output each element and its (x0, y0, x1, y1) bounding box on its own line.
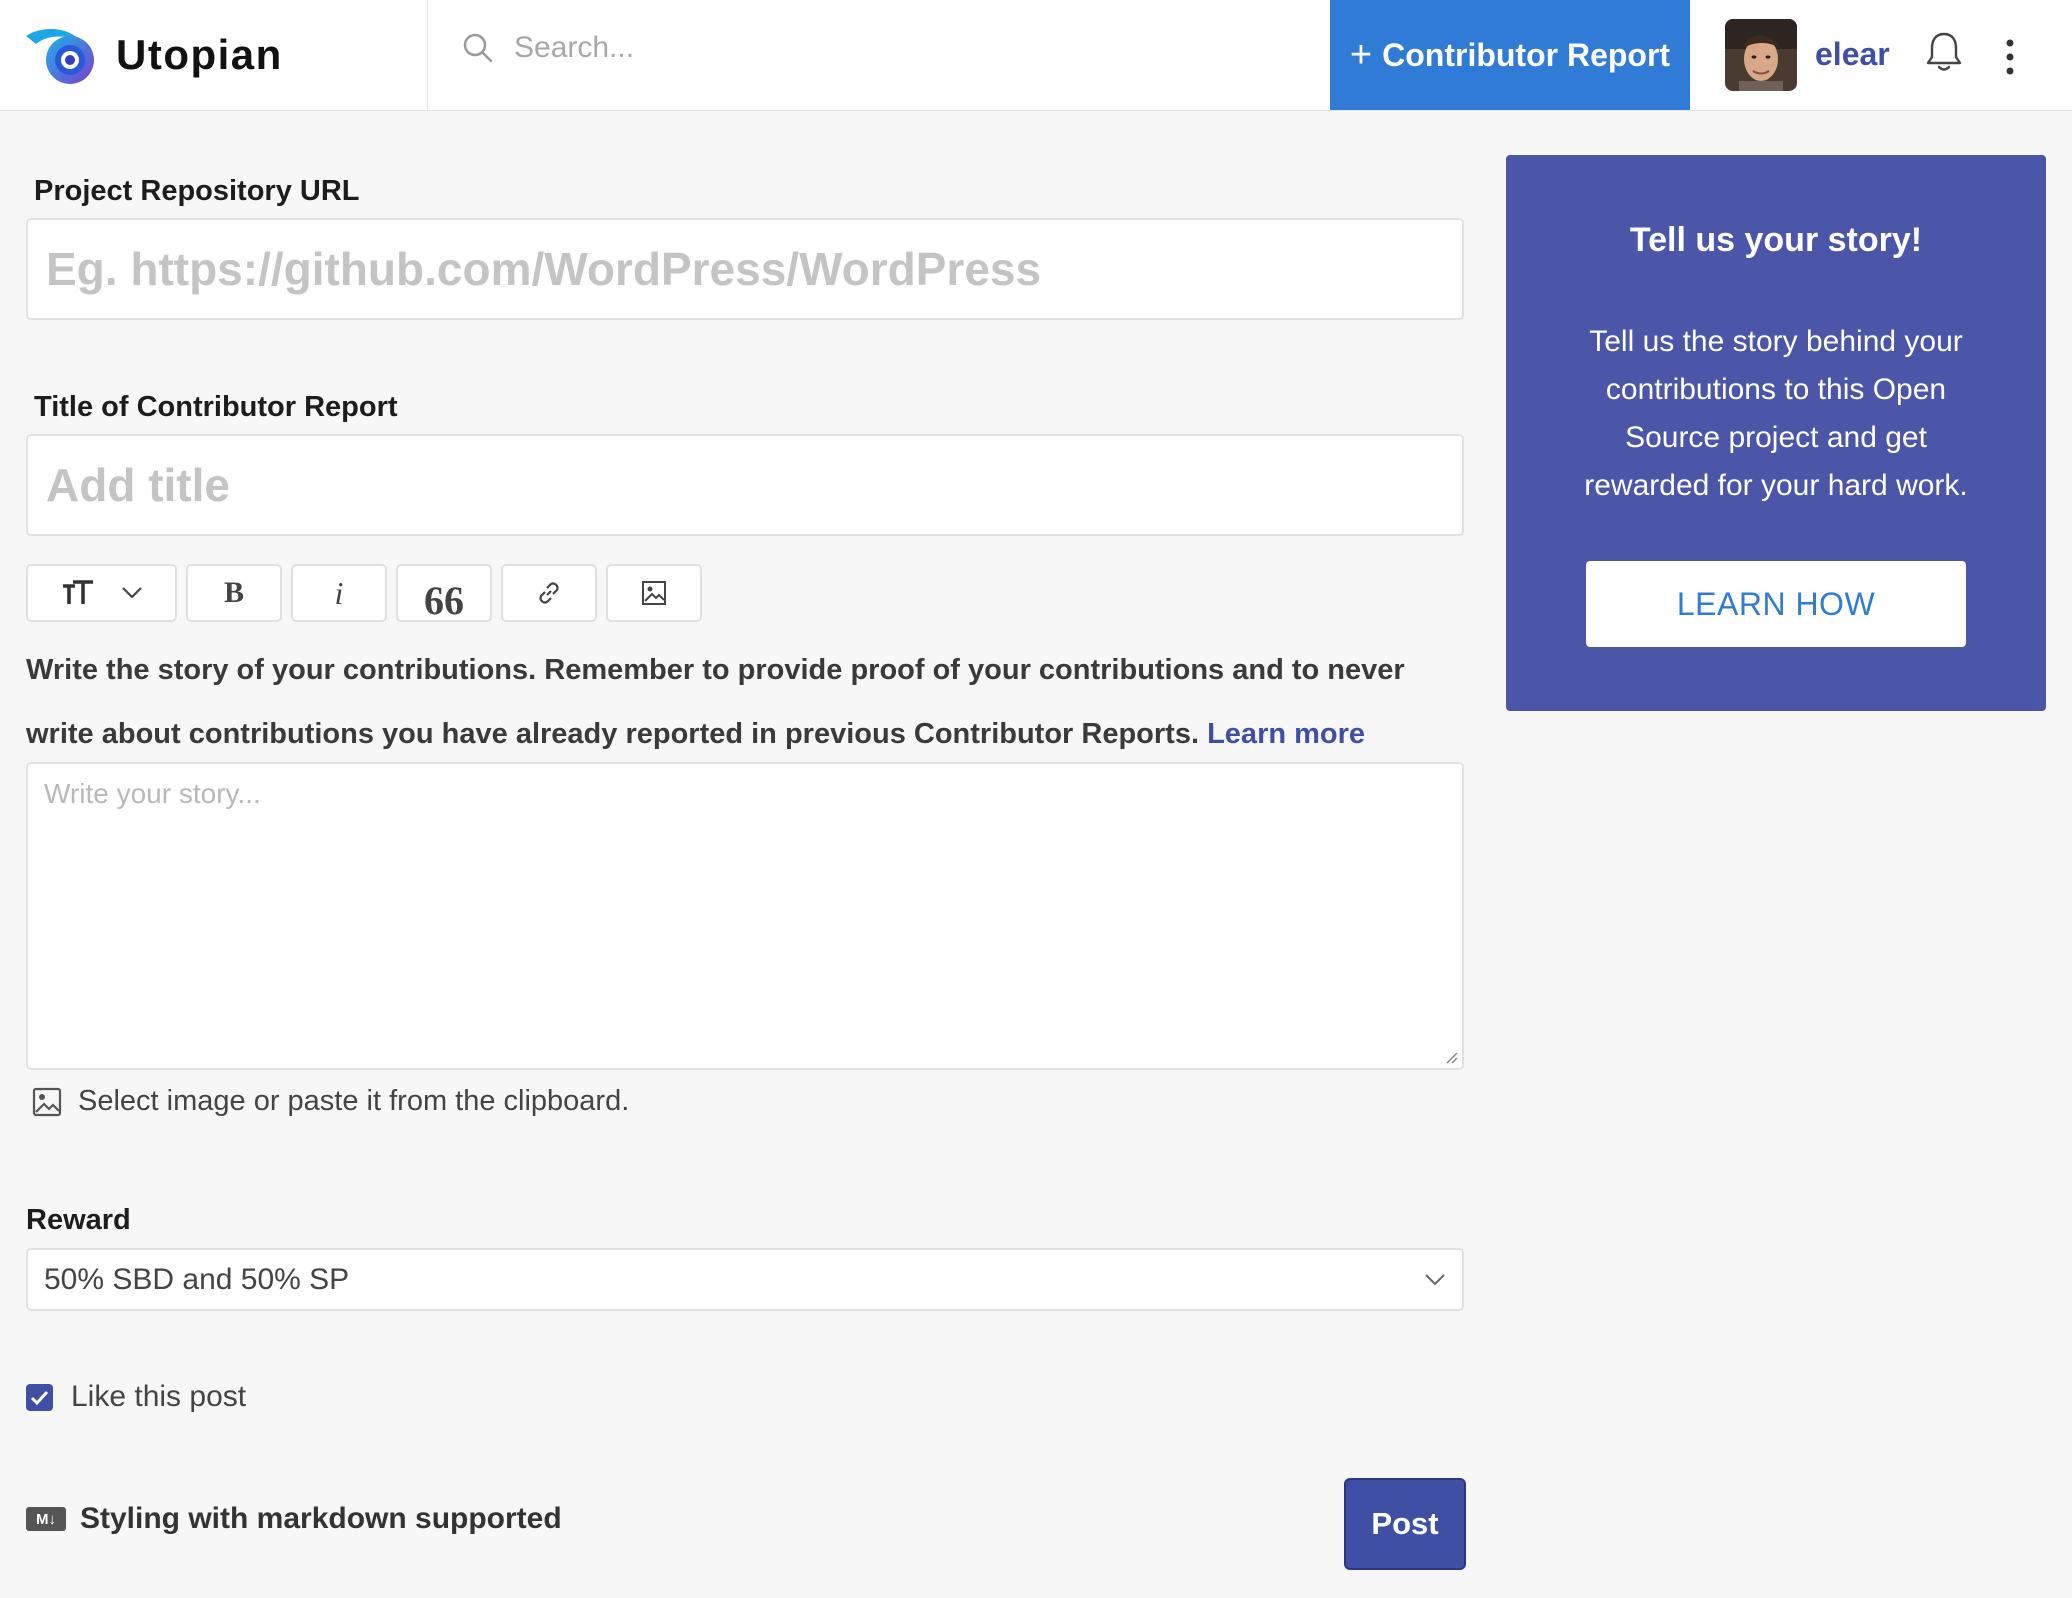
bold-icon: B (223, 576, 244, 609)
promo-title: Tell us your story! (1629, 221, 1923, 259)
learn-how-button[interactable]: LEARN HOW (1586, 561, 1966, 647)
avatar[interactable] (1725, 19, 1797, 91)
repo-url-label: Project Repository URL (34, 175, 360, 207)
reward-label: Reward (26, 1204, 131, 1236)
avatar-image (1725, 19, 1797, 91)
markdown-label: Styling with markdown supported (80, 1502, 562, 1535)
title-field[interactable] (26, 434, 1464, 536)
contributor-report-label: Contributor Report (1382, 36, 1671, 73)
resize-handle-icon[interactable] (1442, 1048, 1458, 1064)
search-input[interactable] (512, 30, 1216, 66)
link-button[interactable] (501, 564, 597, 622)
search-bar[interactable] (462, 30, 1216, 66)
logo-area[interactable]: Utopian (0, 0, 428, 110)
title-label: Title of Contributor Report (34, 391, 398, 423)
search-icon (463, 33, 493, 63)
italic-button[interactable]: i (291, 564, 387, 622)
text-size-icon (62, 580, 93, 604)
quote-button[interactable]: 66 (396, 564, 492, 623)
bell-icon[interactable] (1924, 30, 1964, 74)
learn-more-link[interactable]: Learn more (1207, 718, 1365, 750)
quote-icon: 66 (424, 577, 464, 623)
image-button[interactable] (606, 564, 702, 622)
markdown-note: M↓ Styling with markdown supported (26, 1502, 562, 1536)
repo-url-input[interactable] (44, 241, 1462, 297)
utopian-logo-icon (26, 29, 94, 84)
story-promo-panel: Tell us your story! Tell us the story be… (1506, 155, 2046, 711)
image-icon (642, 581, 666, 605)
chevron-down-icon (1425, 1273, 1445, 1285)
repo-url-field[interactable] (26, 218, 1464, 320)
reward-select[interactable]: 50% SBD and 50% SP (26, 1248, 1464, 1311)
contributor-report-button[interactable]: + Contributor Report (1330, 0, 1690, 110)
username[interactable]: elear (1815, 36, 1890, 73)
brand-name: Utopian (116, 31, 283, 78)
instructions-text: Write the story of your contributions. R… (26, 654, 1405, 750)
top-header: Utopian + Contributor Report elear (0, 0, 2072, 111)
like-post-option[interactable]: Like this post (26, 1380, 246, 1414)
chevron-down-icon (121, 587, 142, 599)
image-icon (32, 1087, 62, 1116)
select-image-label: Select image or paste it from the clipbo… (78, 1085, 630, 1117)
promo-body: Tell us the story behind your contributi… (1584, 325, 1968, 502)
link-icon (539, 582, 559, 604)
plus-icon: + (1349, 33, 1373, 76)
story-textarea[interactable] (28, 764, 1462, 1068)
title-input[interactable] (44, 457, 1462, 513)
like-checkbox[interactable] (26, 1383, 53, 1411)
select-image-action[interactable]: Select image or paste it from the clipbo… (32, 1085, 629, 1118)
bold-button[interactable]: B (186, 564, 282, 622)
markdown-icon: M↓ (26, 1507, 66, 1531)
reward-value: 50% SBD and 50% SP (44, 1262, 350, 1296)
checkmark-icon (30, 1390, 49, 1405)
italic-icon: i (334, 574, 344, 611)
story-instructions: Write the story of your contributions. R… (26, 638, 1476, 766)
heading-dropdown-button[interactable] (26, 564, 177, 622)
more-vertical-icon[interactable] (2005, 38, 2015, 76)
post-button[interactable]: Post (1344, 1478, 1466, 1570)
like-label: Like this post (71, 1380, 247, 1413)
editor-toolbar: B i 66 (26, 564, 702, 623)
story-editor[interactable] (26, 762, 1464, 1070)
